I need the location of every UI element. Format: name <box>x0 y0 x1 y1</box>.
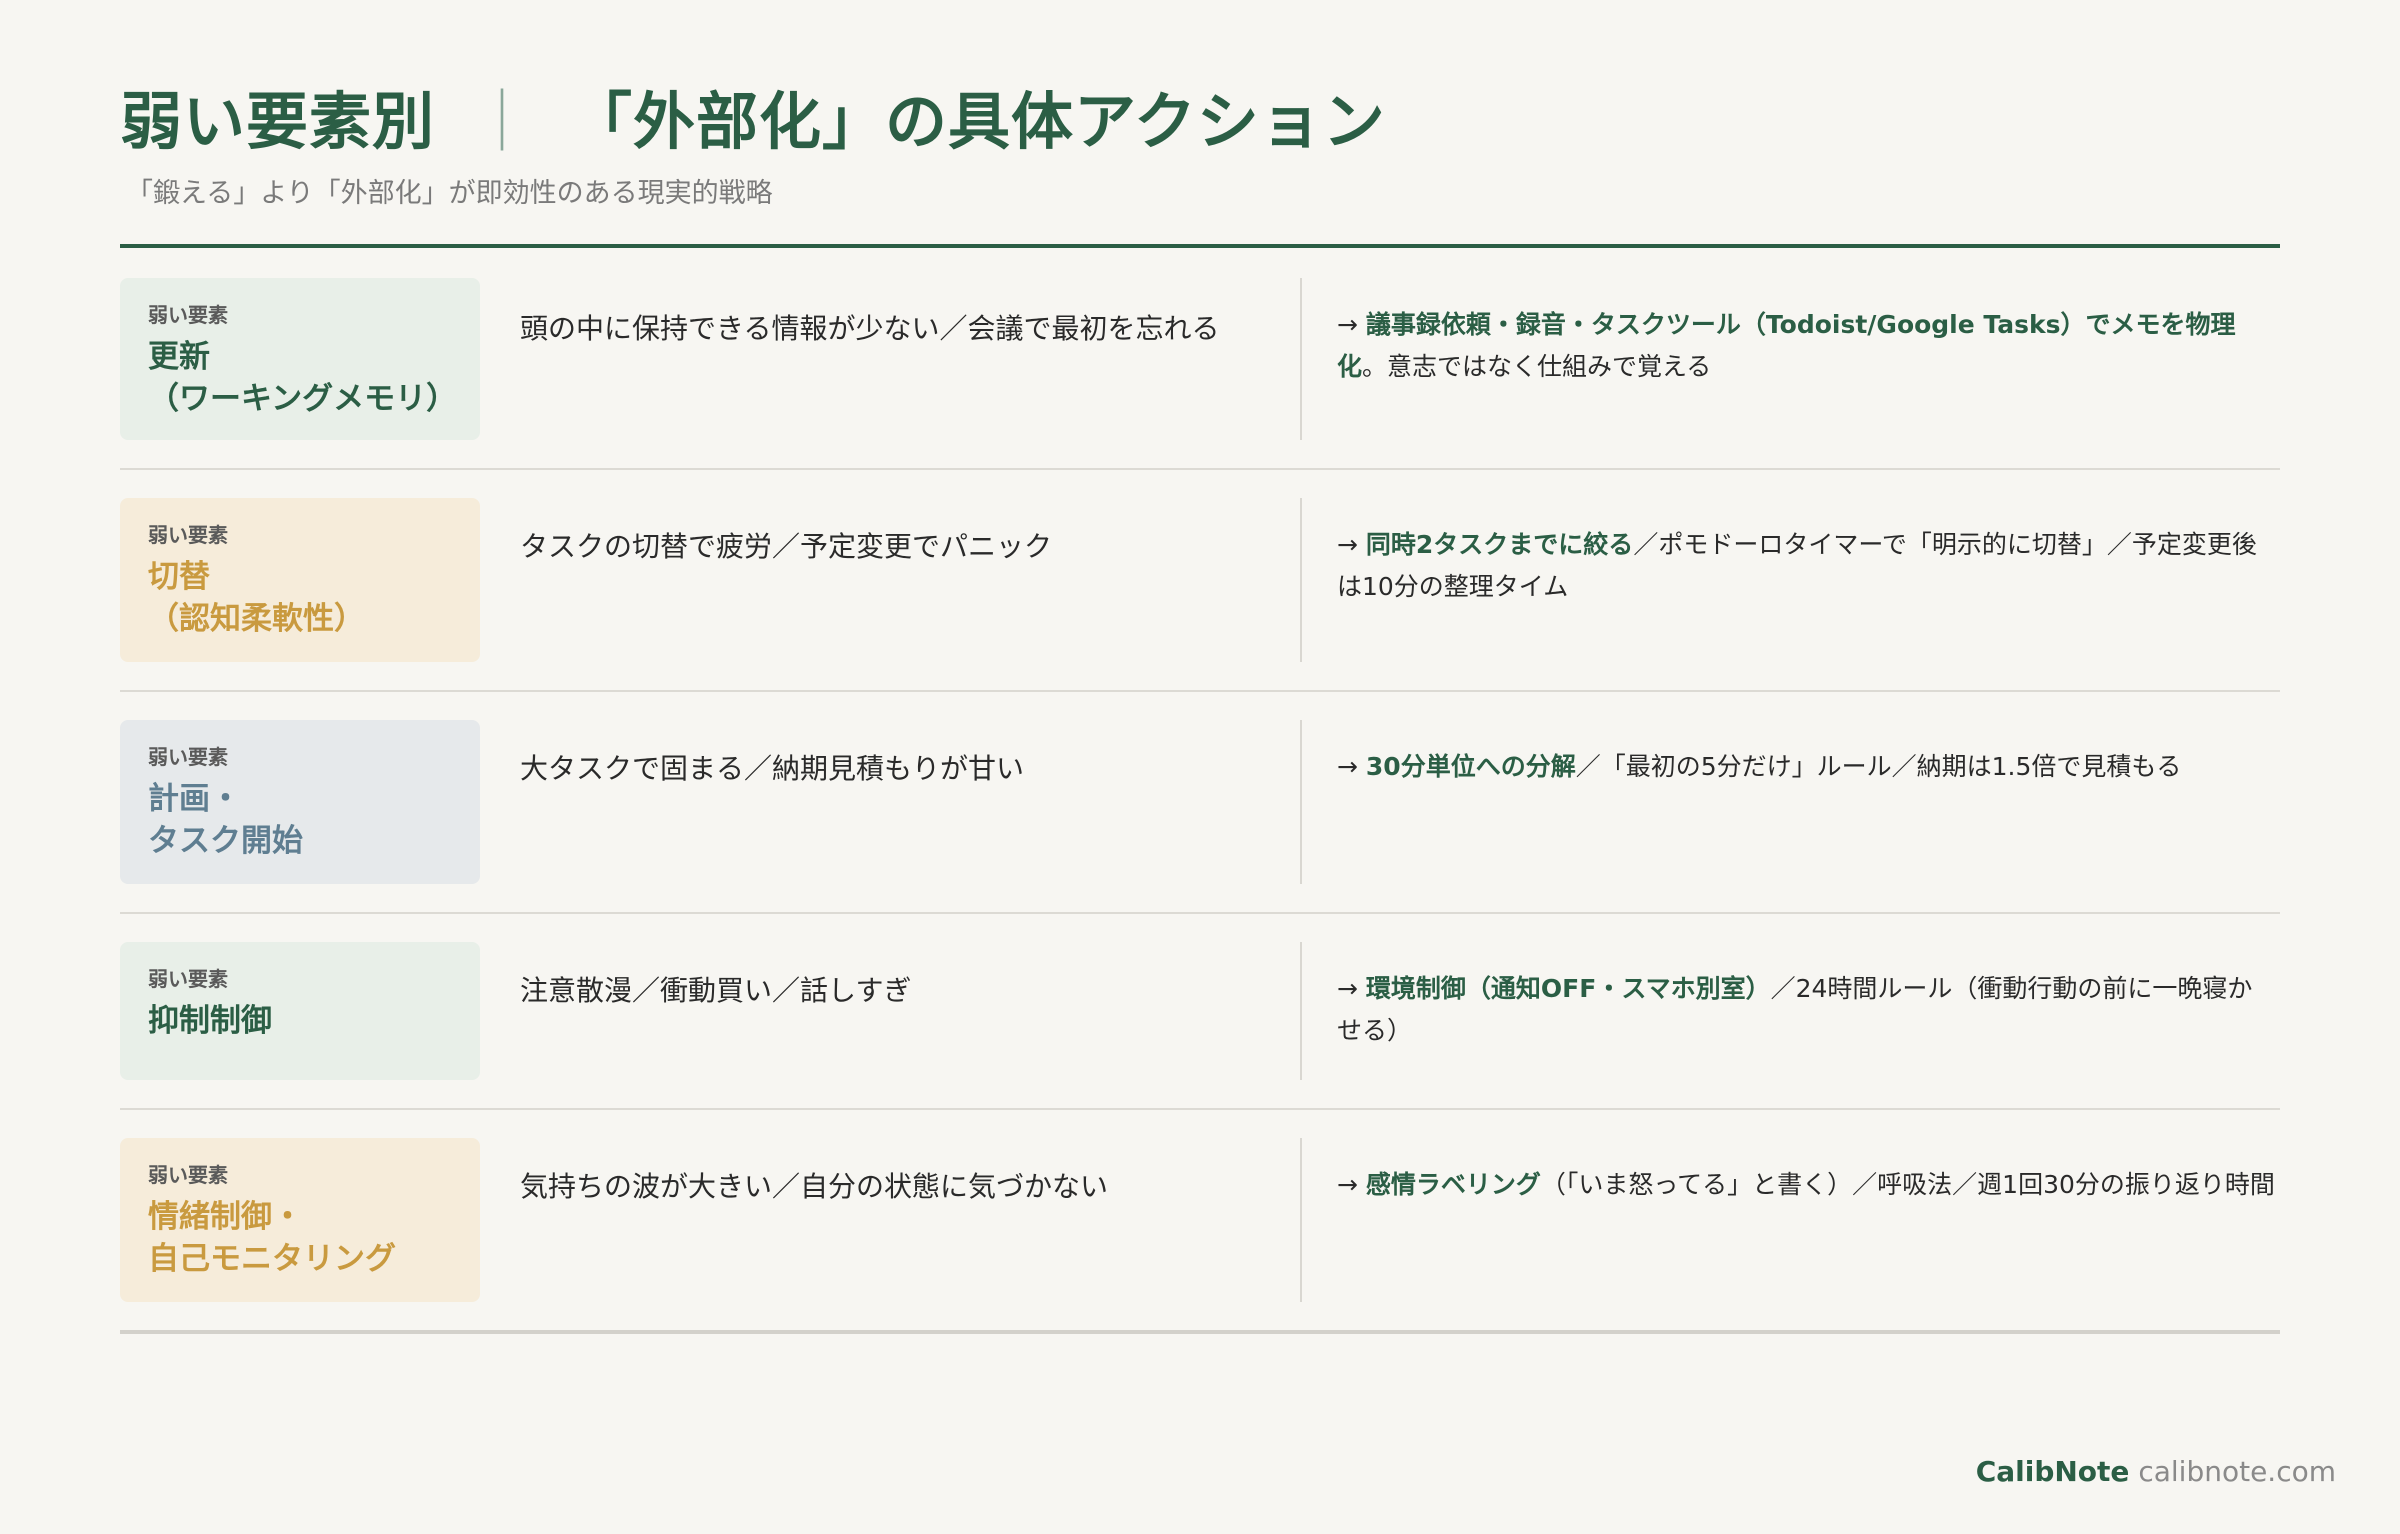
element-tag-name: 更新 （ワーキングメモリ） <box>148 339 458 417</box>
element-tag: 弱い要素 情緒制御・ 自己モニタリング <box>120 1138 480 1302</box>
action-text: → 環境制御（通知OFF・スマホ別室）／24時間ルール（衝動行動の前に一晩寝かせ… <box>1337 968 2277 1052</box>
symptom-text: 頭の中に保持できる情報が少ない／会議で最初を忘れる <box>520 312 1220 345</box>
element-tag-label: 弱い要素 <box>148 967 228 991</box>
element-tag-label: 弱い要素 <box>148 523 228 547</box>
element-tag-label: 弱い要素 <box>148 1163 228 1187</box>
action-highlight: 環境制御（通知OFF・スマホ別室） <box>1365 974 1771 1003</box>
action-arrow: → <box>1337 310 1366 339</box>
table-row: 弱い要素 切替 （認知柔軟性） タスクの切替で疲労／予定変更でパニック → 同時… <box>120 470 2280 692</box>
column-divider <box>1300 278 1302 440</box>
action-highlight: 同時2タスクまでに絞る <box>1365 530 1634 559</box>
element-tag-name: 切替 （認知柔軟性） <box>148 559 365 637</box>
page-title: 弱い要素別 ｜ 「外部化」の具体アクション <box>120 82 1386 162</box>
symptom-text: 大タスクで固まる／納期見積もりが甘い <box>520 752 1025 785</box>
element-tag-name: 計画・ タスク開始 <box>148 781 303 859</box>
action-text: → 感情ラベリング（「いま怒ってる」と書く）／呼吸法／週1回30分の振り返り時間 <box>1337 1164 2277 1206</box>
table-row: 弱い要素 更新 （ワーキングメモリ） 頭の中に保持できる情報が少ない／会議で最初… <box>120 248 2280 470</box>
table-row: 弱い要素 情緒制御・ 自己モニタリング 気持ちの波が大きい／自分の状態に気づかな… <box>120 1110 2280 1334</box>
element-tag: 弱い要素 計画・ タスク開始 <box>120 720 480 884</box>
action-arrow: → <box>1337 530 1366 559</box>
symptom-text: タスクの切替で疲労／予定変更でパニック <box>520 530 1053 563</box>
page-subtitle: 「鍛える」より「外部化」が即効性のある現実的戦略 <box>126 178 773 209</box>
action-highlight: 30分単位への分解 <box>1365 752 1576 781</box>
action-text: → 30分単位への分解／「最初の5分だけ」ルール／納期は1.5倍で見積もる <box>1337 746 2277 788</box>
action-arrow: → <box>1337 752 1366 781</box>
action-arrow: → <box>1337 1170 1366 1199</box>
title-separator: ｜ <box>471 85 535 158</box>
table-row: 弱い要素 計画・ タスク開始 大タスクで固まる／納期見積もりが甘い → 30分単… <box>120 692 2280 914</box>
element-tag-label: 弱い要素 <box>148 303 228 327</box>
footer-domain-link[interactable]: calibnote.com <box>2138 1455 2336 1488</box>
symptom-text: 気持ちの波が大きい／自分の状態に気づかない <box>520 1170 1109 1203</box>
element-tag: 弱い要素 切替 （認知柔軟性） <box>120 498 480 662</box>
element-tag-label: 弱い要素 <box>148 745 228 769</box>
column-divider <box>1300 942 1302 1080</box>
symptom-text: 注意散漫／衝動買い／話しすぎ <box>520 974 912 1007</box>
column-divider <box>1300 720 1302 884</box>
table-row: 弱い要素 抑制制御 注意散漫／衝動買い／話しすぎ → 環境制御（通知OFF・スマ… <box>120 914 2280 1110</box>
action-text: → 議事録依頼・録音・タスクツール（Todoist/Google Tasks）で… <box>1337 304 2277 388</box>
footer-brand: CalibNote <box>1975 1455 2130 1488</box>
element-tag: 弱い要素 抑制制御 <box>120 942 480 1080</box>
column-divider <box>1300 498 1302 662</box>
element-tag-name: 情緒制御・ 自己モニタリング <box>148 1199 396 1277</box>
element-tag-name: 抑制制御 <box>148 1003 272 1039</box>
action-highlight: 感情ラベリング <box>1365 1170 1541 1199</box>
action-arrow: → <box>1337 974 1366 1003</box>
page-title-main: 弱い要素別 <box>120 85 436 158</box>
action-text: → 同時2タスクまでに絞る／ポモドーロタイマーで「明示的に切替」／予定変更後は1… <box>1337 524 2277 608</box>
column-divider <box>1300 1138 1302 1302</box>
footer-credit: CalibNote calibnote.com <box>1976 1452 2336 1492</box>
element-tag: 弱い要素 更新 （ワーキングメモリ） <box>120 278 480 440</box>
page-title-sub: 「外部化」の具体アクション <box>570 85 1386 158</box>
action-rest: 。意志ではなく仕組みで覚える <box>1362 352 1712 381</box>
element-table: 弱い要素 更新 （ワーキングメモリ） 頭の中に保持できる情報が少ない／会議で最初… <box>120 248 2280 1334</box>
action-rest: （「いま怒ってる」と書く）／呼吸法／週1回30分の振り返り時間 <box>1540 1170 2275 1199</box>
action-rest: ／「最初の5分だけ」ルール／納期は1.5倍で見積もる <box>1575 752 2182 781</box>
